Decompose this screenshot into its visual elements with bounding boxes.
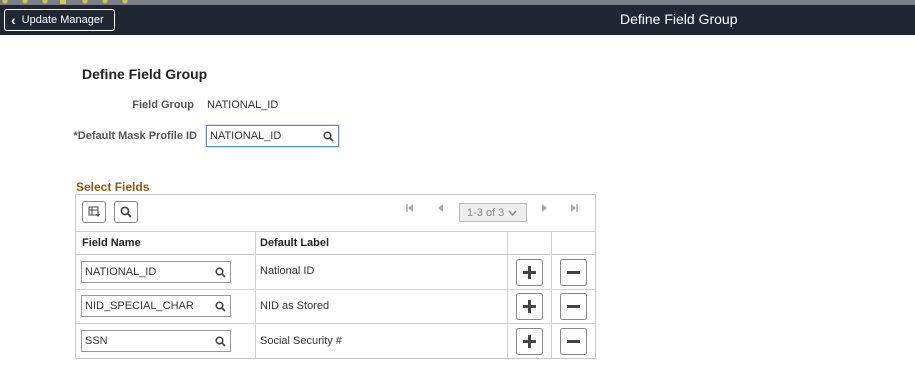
column-divider	[507, 231, 508, 359]
select-fields-title: Select Fields	[76, 180, 150, 194]
column-header-add	[507, 231, 551, 255]
plus-icon	[523, 266, 536, 279]
minus-icon	[567, 271, 580, 274]
search-icon[interactable]	[213, 265, 227, 279]
mask-profile-label: *Default Mask Profile ID	[73, 130, 197, 142]
page-select[interactable]: 1-3 of 3	[459, 203, 527, 222]
field-name-value: NID_SPECIAL_CHAR	[85, 300, 194, 312]
add-row-button[interactable]	[516, 259, 543, 286]
column-divider	[255, 231, 256, 359]
default-label-text: Social Security #	[260, 335, 342, 347]
select-fields-grid: 1-3 of 3 Field Name Default Label NATION…	[75, 194, 596, 359]
column-header-field-name[interactable]: Field Name	[76, 231, 255, 255]
previous-page-icon[interactable]	[436, 203, 446, 216]
column-header-delete	[551, 231, 595, 255]
page-title: Define Field Group	[82, 66, 208, 82]
field-name-value: SSN	[85, 335, 108, 347]
field-group-label: Field Group	[132, 99, 194, 111]
minus-icon	[567, 305, 580, 308]
search-icon[interactable]	[213, 334, 227, 348]
field-group-value: NATIONAL_ID	[207, 99, 279, 111]
search-icon[interactable]	[321, 129, 335, 143]
search-icon	[120, 206, 132, 218]
delete-row-button[interactable]	[560, 293, 587, 320]
row-divider	[76, 323, 595, 324]
search-icon[interactable]	[213, 299, 227, 313]
back-button[interactable]: ‹ Update Manager	[4, 9, 115, 31]
grid-toolbar: 1-3 of 3	[76, 195, 595, 232]
last-page-icon[interactable]	[569, 203, 579, 216]
field-name-input[interactable]: SSN	[81, 330, 231, 352]
toolbar-icons-strip	[2, 0, 128, 4]
minus-icon	[567, 340, 580, 343]
default-label-text: NID as Stored	[260, 300, 330, 312]
column-header-default-label[interactable]: Default Label	[255, 231, 507, 255]
next-page-icon[interactable]	[539, 203, 549, 216]
chevron-left-icon: ‹	[11, 12, 16, 28]
delete-row-button[interactable]	[560, 259, 587, 286]
field-name-value: NATIONAL_ID	[85, 266, 157, 278]
row-divider	[76, 289, 595, 290]
page-select-value: 1-3 of 3	[467, 206, 505, 219]
personalize-button[interactable]	[82, 201, 106, 223]
add-row-button[interactable]	[516, 293, 543, 320]
field-name-input[interactable]: NATIONAL_ID	[81, 261, 231, 283]
find-button[interactable]	[114, 201, 138, 223]
column-divider	[551, 231, 552, 359]
chevron-down-icon	[508, 210, 517, 216]
mask-profile-value: NATIONAL_ID	[210, 130, 282, 142]
field-name-input[interactable]: NID_SPECIAL_CHAR	[81, 295, 231, 317]
grid-settings-icon	[88, 206, 100, 217]
first-page-icon[interactable]	[405, 203, 415, 216]
mask-profile-input[interactable]: NATIONAL_ID	[206, 125, 339, 147]
add-row-button[interactable]	[516, 328, 543, 355]
header-title: Define Field Group	[620, 11, 738, 27]
plus-icon	[523, 335, 536, 348]
app-header: ‹ Update Manager Define Field Group	[0, 5, 915, 35]
plus-icon	[523, 300, 536, 313]
delete-row-button[interactable]	[560, 328, 587, 355]
default-label-text: National ID	[260, 265, 315, 277]
back-button-label: Update Manager	[21, 14, 104, 26]
